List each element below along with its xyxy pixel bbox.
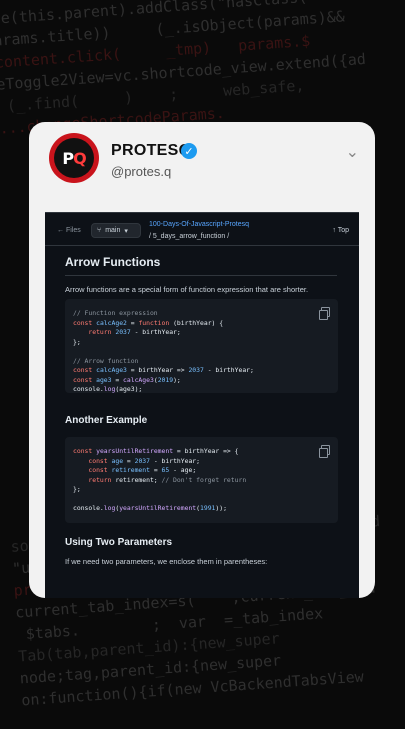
copy-icon[interactable]: [319, 445, 330, 458]
post-card: PQ PROTESQ ✓ @protes.q ⌄ ← Files ⑂ main …: [29, 122, 375, 598]
top-button[interactable]: ↑ Top: [332, 227, 349, 234]
verified-badge-icon: ✓: [181, 143, 197, 159]
section-heading-two-parameters: Using Two Parameters: [65, 537, 173, 548]
code-screenshot: ← Files ⑂ main ▾ 100-Days-Of-Javascript-…: [45, 212, 359, 598]
branch-selector[interactable]: ⑂ main ▾: [91, 223, 141, 238]
two-params-text: If we need two parameters, we enclose th…: [65, 557, 268, 566]
page-title: Arrow Functions: [65, 255, 337, 276]
avatar-logo: PQ: [54, 138, 94, 178]
file-path: / 5_days_arrow_function /: [149, 233, 230, 240]
copy-icon[interactable]: [319, 307, 330, 320]
chevron-down-icon[interactable]: ⌄: [346, 142, 359, 161]
intro-text: Arrow functions are a special form of fu…: [65, 285, 309, 294]
code-block-2: const yearsUntilRetirement = birthYear =…: [65, 437, 338, 523]
section-heading-another-example: Another Example: [65, 415, 148, 426]
repo-link[interactable]: 100-Days-Of-Javascript-Protesq: [149, 221, 249, 228]
file-header-bar: ← Files ⑂ main ▾ 100-Days-Of-Javascript-…: [45, 213, 359, 246]
branch-icon: ⑂: [97, 227, 102, 234]
account-name: PROTESQ: [111, 142, 192, 159]
branch-label: main: [105, 227, 121, 234]
account-handle: @protes.q: [111, 164, 172, 179]
chevron-down-icon: ▾: [124, 227, 128, 235]
code-block-1: // Function expression const calcAge2 = …: [65, 299, 338, 393]
avatar[interactable]: PQ: [49, 133, 99, 183]
files-button[interactable]: ← Files: [57, 227, 81, 234]
